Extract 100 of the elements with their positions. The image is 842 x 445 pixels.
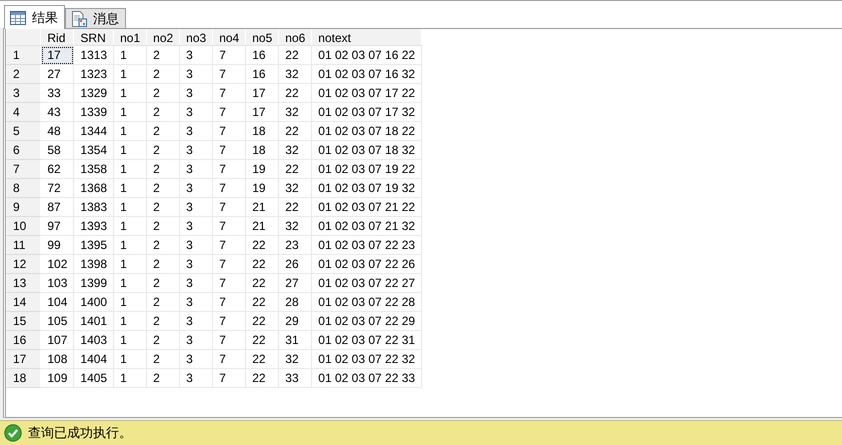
row-header[interactable]: 4 — [6, 102, 41, 122]
table-cell: 16 — [246, 46, 279, 64]
table-cell: 2 — [146, 236, 180, 254]
row-header[interactable]: 3 — [6, 84, 41, 102]
table-cell: 28 — [278, 292, 312, 312]
table-cell: 2 — [146, 122, 180, 140]
table-cell: 16 — [246, 64, 279, 84]
table-cell: 01 02 03 07 22 26 — [312, 254, 422, 274]
table-cell: 01 02 03 07 16 32 — [312, 64, 422, 84]
table-cell: 62 — [40, 160, 74, 178]
row-header[interactable]: 8 — [6, 178, 41, 198]
table-cell: 72 — [40, 178, 74, 198]
table-cell: 22 — [278, 198, 312, 216]
row-header[interactable]: 15 — [6, 312, 41, 330]
table-cell: 2 — [146, 368, 180, 388]
table-cell: 3 — [180, 102, 213, 122]
table-cell: 22 — [246, 274, 279, 292]
table-cell: 3 — [180, 350, 213, 368]
row-header[interactable]: 14 — [6, 292, 41, 312]
table-cell: 31 — [278, 330, 312, 350]
column-header[interactable]: notext — [312, 29, 422, 46]
column-header[interactable]: no2 — [146, 29, 180, 46]
column-header[interactable]: no3 — [180, 29, 213, 46]
table-cell: 27 — [278, 274, 312, 292]
table-cell: 1 — [114, 216, 147, 236]
table-cell: 01 02 03 07 22 29 — [312, 312, 422, 330]
table-cell: 3 — [180, 254, 213, 274]
table-cell: 7 — [212, 122, 246, 140]
row-header[interactable]: 5 — [6, 122, 41, 140]
table-cell: 01 02 03 07 22 23 — [312, 236, 422, 254]
table-cell: 1 — [114, 122, 147, 140]
table-cell: 1354 — [74, 140, 114, 160]
table-cell: 3 — [180, 122, 213, 140]
column-header[interactable]: no6 — [278, 29, 312, 46]
tab[interactable]: 结果 — [4, 5, 65, 29]
column-header[interactable]: Rid — [40, 29, 74, 46]
table-cell: 107 — [40, 330, 74, 350]
row-header[interactable]: 2 — [6, 64, 41, 84]
table-cell: 21 — [246, 198, 279, 216]
table-cell: 97 — [40, 216, 74, 236]
table-cell: 29 — [278, 312, 312, 330]
table-cell: 7 — [212, 330, 246, 350]
table-cell: 7 — [212, 84, 246, 102]
row-header[interactable]: 11 — [6, 236, 41, 254]
status-message: 查询已成功执行。 — [28, 425, 132, 442]
table-cell: 1 — [114, 368, 147, 388]
table-cell: 7 — [212, 236, 246, 254]
table-cell: 1404 — [74, 350, 114, 368]
table-cell: 102 — [40, 254, 74, 274]
table-cell: 01 02 03 07 17 32 — [312, 102, 422, 122]
table-cell: 2 — [146, 64, 180, 84]
table-cell: 1 — [114, 198, 147, 216]
table-cell: 01 02 03 07 18 22 — [312, 122, 422, 140]
table-cell: 1403 — [74, 330, 114, 350]
table-cell: 58 — [40, 140, 74, 160]
row-header[interactable]: 9 — [6, 198, 41, 216]
table-cell: 17 — [246, 102, 279, 122]
row-header[interactable]: 13 — [6, 274, 41, 292]
row-header[interactable]: 18 — [6, 368, 41, 388]
table-cell: 2 — [146, 198, 180, 216]
table-cell: 3 — [180, 216, 213, 236]
table-cell: 2 — [146, 216, 180, 236]
table-cell: 1 — [114, 160, 147, 178]
table-cell: 7 — [212, 140, 246, 160]
table-cell: 01 02 03 07 22 32 — [312, 350, 422, 368]
row-header[interactable]: 7 — [6, 160, 41, 178]
table-cell: 7 — [212, 198, 246, 216]
table-cell: 01 02 03 07 17 22 — [312, 84, 422, 102]
column-header[interactable]: no5 — [246, 29, 279, 46]
table-cell: 17 — [40, 46, 74, 64]
table-cell: 7 — [212, 160, 246, 178]
row-header[interactable]: 16 — [6, 330, 41, 350]
table-cell: 22 — [278, 160, 312, 178]
row-header[interactable]: 10 — [6, 216, 41, 236]
table-cell: 7 — [212, 178, 246, 198]
column-header[interactable]: no4 — [212, 29, 246, 46]
table-cell: 2 — [146, 140, 180, 160]
table-cell: 104 — [40, 292, 74, 312]
table-cell: 22 — [278, 46, 312, 64]
tab[interactable]: 消息 — [65, 8, 126, 28]
table-cell: 1400 — [74, 292, 114, 312]
table-cell: 1 — [114, 84, 147, 102]
column-header[interactable]: no1 — [114, 29, 147, 46]
table-cell: 1 — [114, 102, 147, 122]
row-header[interactable]: 12 — [6, 254, 41, 274]
table-cell: 1368 — [74, 178, 114, 198]
row-header[interactable]: 6 — [6, 140, 41, 160]
table-cell: 1393 — [74, 216, 114, 236]
table-cell: 105 — [40, 312, 74, 330]
table-cell: 3 — [180, 368, 213, 388]
row-header[interactable]: 17 — [6, 350, 41, 368]
table-cell: 2 — [146, 102, 180, 122]
row-header[interactable]: 1 — [6, 46, 41, 64]
column-header[interactable]: SRN — [74, 29, 114, 46]
table-cell: 27 — [40, 64, 74, 84]
table-cell: 3 — [180, 330, 213, 350]
table-cell: 2 — [146, 84, 180, 102]
table-cell: 18 — [246, 122, 279, 140]
table-cell: 01 02 03 07 21 22 — [312, 198, 422, 216]
table-cell: 1329 — [74, 84, 114, 102]
